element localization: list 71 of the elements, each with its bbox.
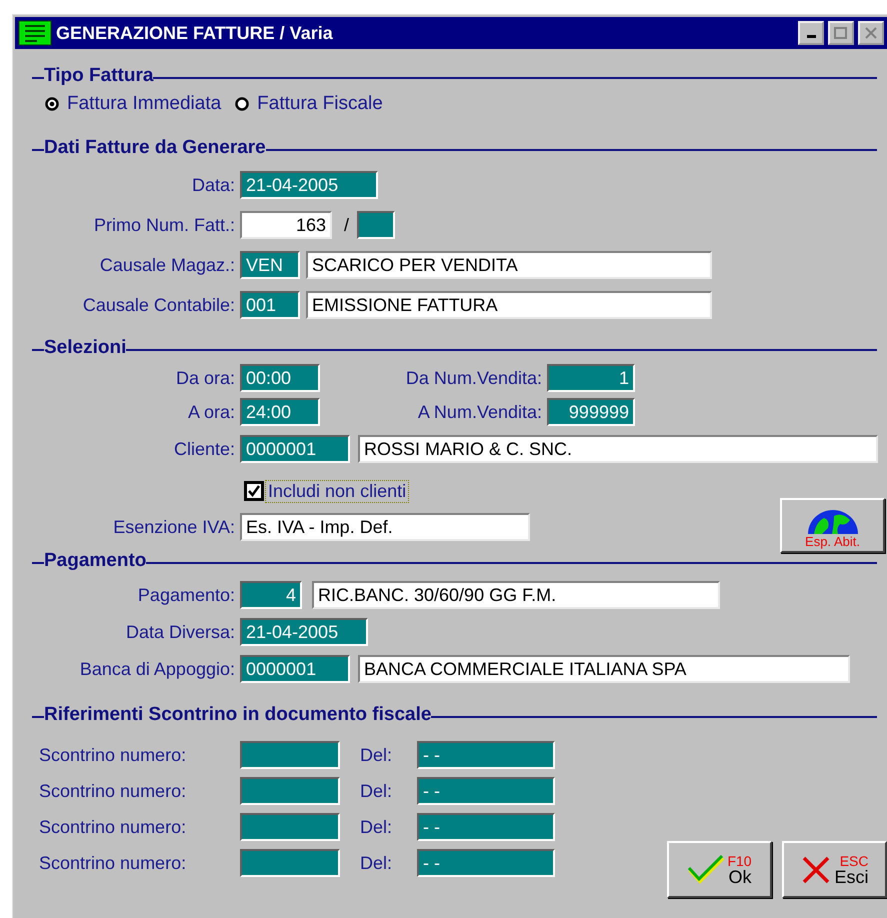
code-field[interactable]: 4 bbox=[240, 581, 302, 609]
window-title: GENERAZIONE FATTURE / Varia bbox=[56, 22, 334, 44]
field-label: Scontrino numero: bbox=[38, 780, 188, 802]
checkbox[interactable]: Includi non clienti bbox=[244, 480, 408, 502]
maximize-icon bbox=[834, 27, 848, 39]
field-label: Causale Contabile: bbox=[82, 294, 236, 316]
field-label: Pagamento: bbox=[136, 584, 236, 606]
radio-option[interactable]: Fattura Fiscale bbox=[235, 93, 383, 115]
field-label: Del: bbox=[360, 816, 394, 838]
date-field[interactable]: 21-04-2005 bbox=[240, 618, 368, 646]
section-heading: Dati Fatture da Generare bbox=[44, 137, 266, 159]
time-field[interactable]: 00:00 bbox=[240, 364, 320, 392]
field-label: Da ora: bbox=[174, 368, 236, 388]
field-label: Primo Num. Fatt.: bbox=[92, 214, 236, 236]
minimize-button[interactable] bbox=[798, 21, 824, 45]
radio-icon[interactable] bbox=[235, 97, 250, 111]
date-field[interactable]: 21-04-2005 bbox=[240, 171, 378, 199]
ok-button[interactable]: F10 Ok bbox=[667, 841, 772, 898]
separator-text: / bbox=[344, 214, 350, 236]
date-field[interactable]: - - bbox=[417, 813, 555, 841]
field-label: Scontrino numero: bbox=[38, 852, 188, 874]
date-field[interactable]: - - bbox=[417, 777, 555, 805]
close-icon bbox=[864, 27, 878, 39]
suffix-field[interactable] bbox=[357, 211, 396, 239]
field-label: Del: bbox=[360, 744, 394, 766]
number-field[interactable]: 999999 bbox=[547, 398, 635, 426]
text-field[interactable]: Es. IVA - Imp. Def. bbox=[240, 513, 530, 541]
field-label: Data Diversa: bbox=[124, 622, 236, 642]
field-label: Data: bbox=[190, 174, 236, 196]
minimize-icon bbox=[806, 35, 816, 38]
description-field[interactable]: EMISSIONE FATTURA bbox=[306, 291, 712, 319]
field-label: Esenzione IVA: bbox=[112, 516, 236, 538]
number-field[interactable] bbox=[240, 849, 340, 877]
field-label: Banca di Appoggio: bbox=[78, 658, 236, 680]
field-label: Cliente: bbox=[172, 438, 236, 460]
code-field[interactable]: 0000001 bbox=[240, 655, 350, 683]
checkbox-icon[interactable] bbox=[244, 481, 264, 501]
section-heading: Tipo Fattura bbox=[44, 65, 154, 87]
field-label: Da Num.Vendita: bbox=[404, 368, 543, 388]
number-field[interactable] bbox=[240, 741, 340, 769]
number-field[interactable] bbox=[240, 777, 340, 805]
number-field[interactable]: 163 bbox=[240, 211, 332, 239]
number-field[interactable] bbox=[240, 813, 340, 841]
cancel-button[interactable]: ESC Esci bbox=[782, 841, 887, 898]
field-label: Del: bbox=[360, 852, 394, 874]
section-heading: Selezioni bbox=[44, 337, 126, 359]
code-field[interactable]: 001 bbox=[240, 291, 300, 319]
field-label: A Num.Vendita: bbox=[416, 402, 543, 422]
field-label: Scontrino numero: bbox=[38, 744, 188, 766]
time-field[interactable]: 24:00 bbox=[240, 398, 320, 426]
description-field[interactable]: RIC.BANC. 30/60/90 GG F.M. bbox=[312, 581, 720, 609]
description-field[interactable]: SCARICO PER VENDITA bbox=[306, 251, 712, 279]
date-field[interactable]: - - bbox=[417, 849, 555, 877]
section-heading: Riferimenti Scontrino in documento fiscale bbox=[44, 704, 432, 726]
field-label: Del: bbox=[360, 780, 394, 802]
radio-icon[interactable] bbox=[45, 97, 59, 111]
code-field[interactable]: 0000001 bbox=[240, 435, 350, 463]
check-icon bbox=[687, 854, 728, 884]
app-icon bbox=[18, 20, 52, 46]
radio-option[interactable]: Fattura Immediata bbox=[45, 93, 222, 115]
field-label: Causale Magaz.: bbox=[98, 254, 236, 276]
section-heading: Pagamento bbox=[44, 550, 146, 572]
esp-abit-button[interactable]: Esp. Abit. bbox=[780, 498, 885, 553]
field-label: A ora: bbox=[186, 402, 236, 422]
description-field[interactable]: ROSSI MARIO & C. SNC. bbox=[358, 435, 878, 463]
code-field[interactable]: VEN bbox=[240, 251, 300, 279]
description-field[interactable]: BANCA COMMERCIALE ITALIANA SPA bbox=[358, 655, 850, 683]
close-button[interactable] bbox=[858, 21, 884, 45]
field-label: Scontrino numero: bbox=[38, 816, 188, 838]
date-field[interactable]: - - bbox=[417, 741, 555, 769]
number-field[interactable]: 1 bbox=[547, 364, 635, 392]
